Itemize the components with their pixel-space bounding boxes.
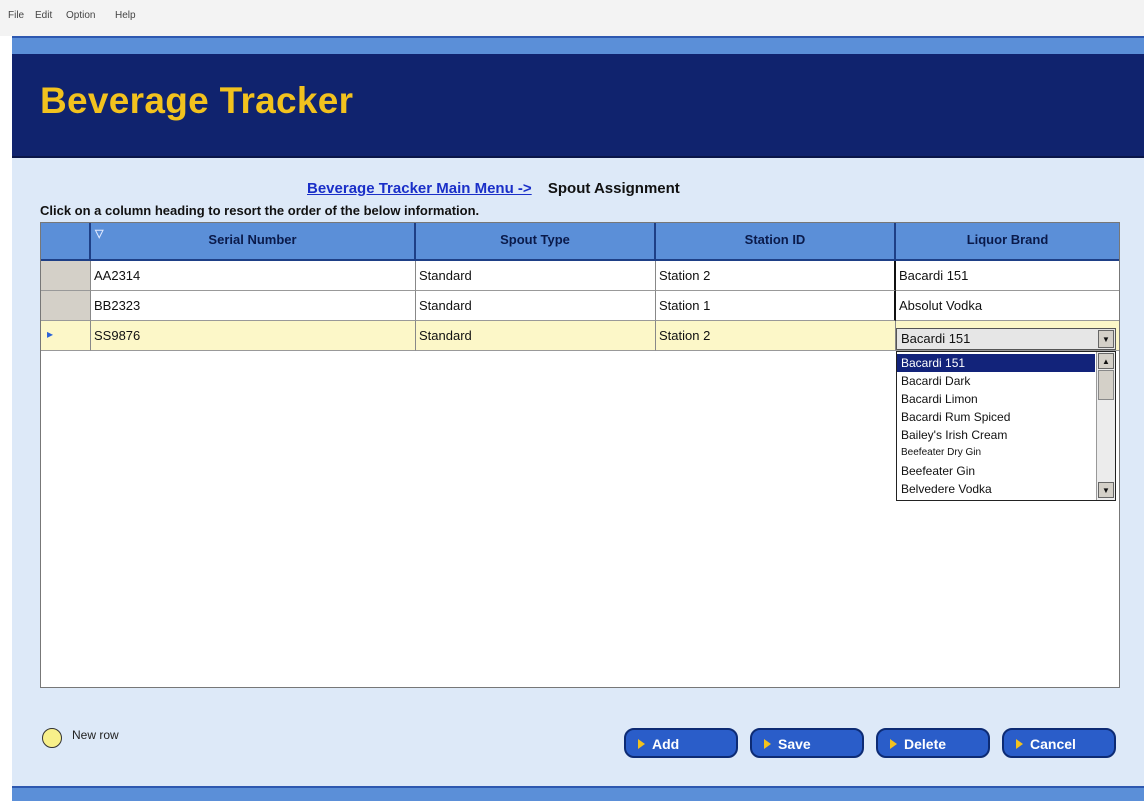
column-header-serial-number[interactable]: Serial Number	[91, 223, 416, 259]
menu-bar: File Edit Option Help	[0, 0, 1144, 36]
add-button[interactable]: Add	[624, 728, 738, 758]
app-title: Beverage Tracker	[40, 80, 354, 121]
menu-file[interactable]: File	[8, 10, 24, 21]
new-row-legend-label: New row	[72, 728, 119, 742]
dropdown-option[interactable]: Bacardi Rum Spiced	[897, 408, 1095, 426]
cell-station-id[interactable]: Station 2	[656, 321, 896, 351]
cell-serial-number[interactable]: SS9876	[91, 321, 416, 351]
menu-edit[interactable]: Edit	[35, 10, 52, 21]
cell-serial-number[interactable]: AA2314	[91, 261, 416, 291]
dropdown-option[interactable]: Bacardi Limon	[897, 390, 1095, 408]
liquor-brand-dropdown-list[interactable]: Bacardi 151 Bacardi Dark Bacardi Limon B…	[896, 351, 1116, 501]
play-arrow-icon	[764, 739, 771, 749]
breadcrumb-current-page: Spout Assignment	[547, 180, 680, 197]
cancel-button[interactable]: Cancel	[1002, 728, 1116, 758]
combobox-dropdown-arrow-icon[interactable]: ▼	[1098, 330, 1114, 348]
row-selector[interactable]	[41, 261, 91, 291]
cancel-button-label: Cancel	[1030, 736, 1076, 752]
play-arrow-icon	[1016, 739, 1023, 749]
cell-serial-number[interactable]: BB2323	[91, 291, 416, 321]
play-arrow-icon	[638, 739, 645, 749]
delete-button[interactable]: Delete	[876, 728, 990, 758]
dropdown-option[interactable]: Beefeater Dry Gin	[897, 444, 1095, 462]
menu-option[interactable]: Option	[66, 10, 95, 21]
menu-help[interactable]: Help	[115, 10, 136, 21]
breadcrumb: Beverage Tracker Main Menu -> Spout Assi…	[307, 180, 680, 197]
liquor-brand-combobox-value: Bacardi 151	[901, 331, 971, 346]
column-header-station-id[interactable]: Station ID	[656, 223, 896, 259]
dropdown-option[interactable]: Bacardi Dark	[897, 372, 1095, 390]
cell-liquor-brand[interactable]: Bacardi 151	[896, 261, 1119, 291]
row-selector-current[interactable]: ▸	[41, 321, 91, 351]
dropdown-option[interactable]: Beefeater Gin	[897, 462, 1095, 480]
table-row[interactable]: AA2314 Standard Station 2 Bacardi 151	[41, 261, 1119, 291]
breadcrumb-main-menu-link[interactable]: Beverage Tracker Main Menu ->	[307, 180, 532, 197]
row-selector[interactable]	[41, 291, 91, 321]
dropdown-scrollbar[interactable]: ▲ ▼	[1096, 352, 1115, 500]
cell-spout-type[interactable]: Standard	[416, 321, 656, 351]
dropdown-option[interactable]: Bailey's Irish Cream	[897, 426, 1095, 444]
cell-liquor-brand[interactable]: Absolut Vodka	[896, 291, 1119, 321]
top-stripe	[12, 36, 1144, 54]
current-row-pointer-icon: ▸	[47, 327, 54, 341]
cell-station-id[interactable]: Station 2	[656, 261, 896, 291]
column-header-spout-type[interactable]: Spout Type	[416, 223, 656, 259]
scrollbar-thumb[interactable]	[1098, 370, 1114, 400]
grid-header: ▽ Serial Number Spout Type Station ID Li…	[41, 223, 1119, 261]
liquor-brand-combobox[interactable]: Bacardi 151 ▼	[896, 328, 1116, 350]
dropdown-option-selected[interactable]: Bacardi 151	[897, 354, 1095, 372]
save-button[interactable]: Save	[750, 728, 864, 758]
play-arrow-icon	[890, 739, 897, 749]
new-row-indicator-icon	[42, 728, 62, 748]
save-button-label: Save	[778, 736, 811, 752]
app-header: Beverage Tracker	[12, 54, 1144, 158]
row-selector-header: ▽	[41, 223, 103, 259]
scroll-up-arrow-icon[interactable]: ▲	[1098, 353, 1114, 369]
cell-spout-type[interactable]: Standard	[416, 291, 656, 321]
add-button-label: Add	[652, 736, 680, 752]
instructions-text: Click on a column heading to resort the …	[40, 203, 480, 218]
table-row[interactable]: BB2323 Standard Station 1 Absolut Vodka	[41, 291, 1119, 321]
column-header-liquor-brand[interactable]: Liquor Brand	[896, 223, 1119, 259]
scroll-down-arrow-icon[interactable]: ▼	[1098, 482, 1114, 498]
cell-spout-type[interactable]: Standard	[416, 261, 656, 291]
bottom-stripe	[12, 786, 1144, 801]
cell-station-id[interactable]: Station 1	[656, 291, 896, 321]
delete-button-label: Delete	[904, 736, 947, 752]
dropdown-option[interactable]: Belvedere Vodka	[897, 480, 1095, 498]
